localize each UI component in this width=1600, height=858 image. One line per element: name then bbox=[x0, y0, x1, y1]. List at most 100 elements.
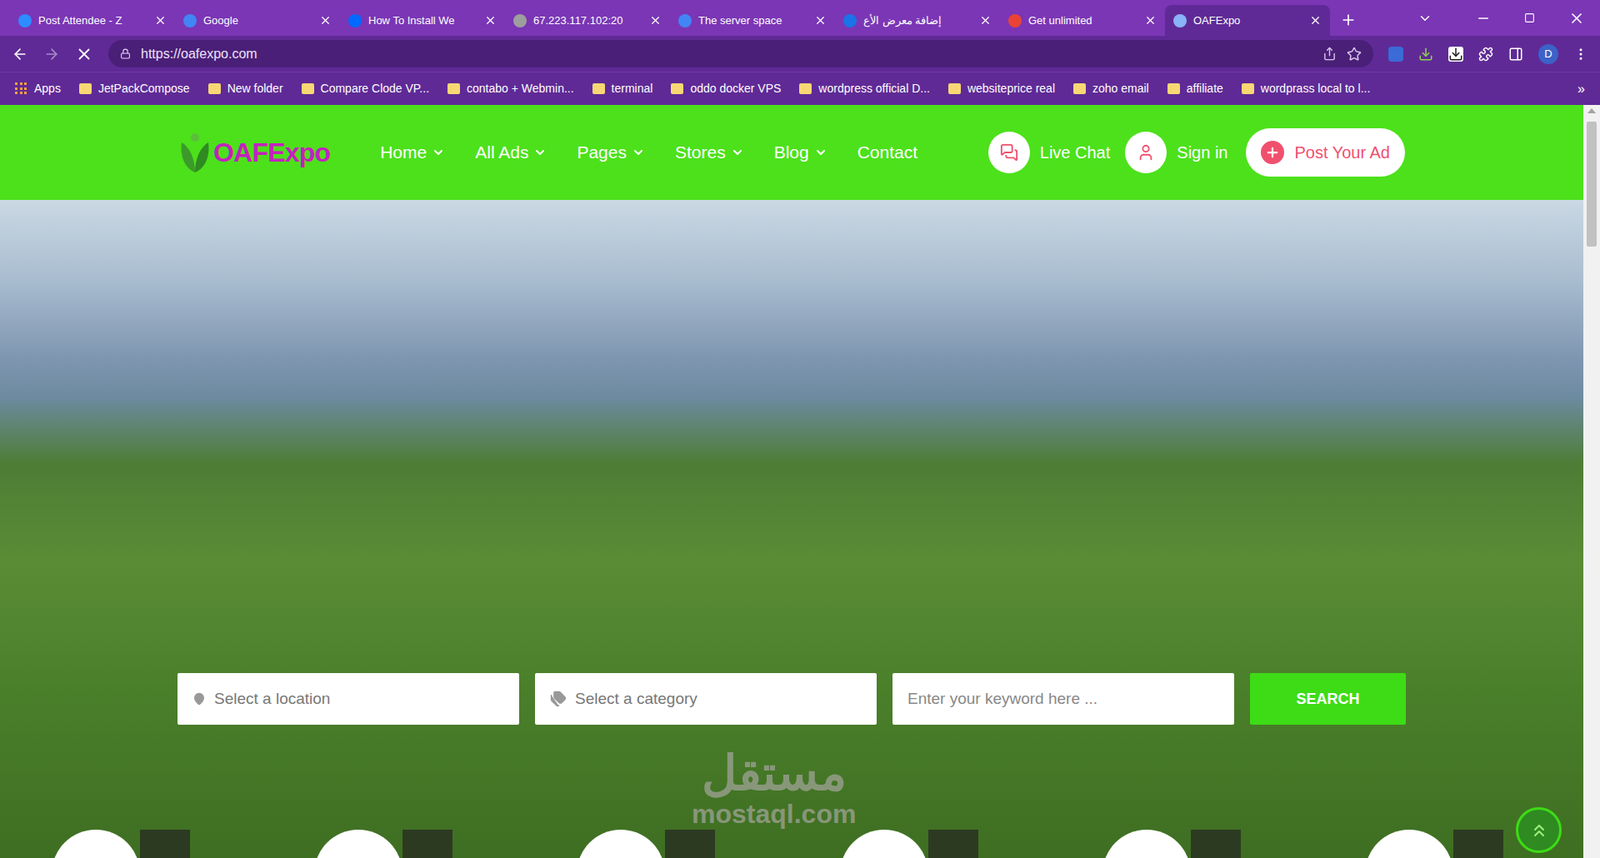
category-cards bbox=[0, 830, 1584, 858]
close-tab-icon[interactable] bbox=[1309, 14, 1322, 27]
back-icon[interactable] bbox=[11, 45, 29, 63]
bookmark-item[interactable]: Apps bbox=[15, 80, 61, 98]
bookmark-item[interactable]: wordprass local to l... bbox=[1241, 80, 1371, 98]
browser-window: Post Attendee - ZGoogle How To Install We… bbox=[0, 0, 1600, 858]
side-panel-icon[interactable] bbox=[1508, 46, 1524, 62]
folder-icon bbox=[208, 83, 221, 95]
nav-item[interactable]: Blog bbox=[774, 139, 828, 166]
favicon-icon bbox=[1173, 14, 1187, 28]
close-tab-icon[interactable] bbox=[319, 14, 332, 27]
extensions-icon[interactable] bbox=[1478, 46, 1494, 62]
save-extension-icon[interactable] bbox=[1448, 46, 1464, 62]
bookmark-item[interactable]: JetPackCompose bbox=[79, 80, 190, 98]
more-bookmarks[interactable]: » bbox=[1577, 79, 1585, 100]
post-ad-button[interactable]: Post Your Ad bbox=[1245, 128, 1405, 177]
nav-item[interactable]: Home bbox=[380, 139, 445, 166]
new-tab-icon[interactable] bbox=[1340, 11, 1357, 29]
chevron-down-icon bbox=[814, 145, 828, 160]
bookmark-item[interactable]: oddo docker VPS bbox=[670, 80, 781, 98]
favicon-icon bbox=[183, 14, 197, 28]
category-card[interactable] bbox=[51, 830, 219, 858]
browser-tab[interactable]: Get unlimited bbox=[1000, 5, 1165, 36]
address-bar[interactable]: https://oafexpo.com bbox=[108, 40, 1374, 68]
favicon-icon bbox=[678, 14, 692, 28]
tab-label: 67.223.117.102:20 bbox=[533, 12, 643, 30]
nav-item[interactable]: All Ads bbox=[475, 139, 547, 166]
bookmark-item[interactable]: affiliate bbox=[1167, 80, 1224, 98]
sign-in[interactable]: Sign in bbox=[1125, 131, 1228, 174]
chat-icon bbox=[1000, 143, 1019, 162]
tags-icon bbox=[550, 690, 567, 708]
live-chat[interactable]: Live Chat bbox=[988, 131, 1111, 174]
browser-tab[interactable]: Post Attendee - Z bbox=[10, 5, 175, 36]
page: OAFExpo Home All Ads Pages Stores Blog Contact… bbox=[0, 105, 1584, 858]
scroll-top-button[interactable] bbox=[1515, 807, 1562, 854]
browser-tab[interactable]: How To Install We bbox=[340, 5, 505, 36]
location-select[interactable]: Select a location bbox=[177, 673, 520, 725]
minimize-icon[interactable] bbox=[1475, 10, 1491, 26]
category-card[interactable] bbox=[840, 830, 1007, 858]
close-tab-icon[interactable] bbox=[649, 14, 662, 27]
folder-icon bbox=[79, 83, 92, 95]
browser-tab[interactable]: OAFExpo bbox=[1165, 5, 1330, 36]
hero-photo: Select a location Select a category Enter … bbox=[0, 200, 1584, 858]
scrollbar-thumb[interactable] bbox=[1586, 121, 1597, 247]
category-card[interactable] bbox=[314, 830, 481, 858]
restore-icon[interactable] bbox=[1524, 12, 1535, 24]
menu-icon[interactable] bbox=[1573, 46, 1589, 62]
favicon-icon bbox=[1008, 14, 1022, 28]
share-icon[interactable] bbox=[1322, 46, 1337, 61]
category-card[interactable] bbox=[576, 830, 744, 858]
folder-icon bbox=[799, 83, 812, 95]
nav-item[interactable]: Pages bbox=[576, 139, 645, 166]
keyword-input[interactable]: Enter your keyword here ... bbox=[892, 673, 1235, 725]
tab-label: Get unlimited bbox=[1028, 12, 1138, 30]
close-tab-icon[interactable] bbox=[979, 14, 992, 27]
tab-label: إضافة معرض الأع bbox=[863, 12, 973, 30]
browser-tab[interactable]: إضافة معرض الأع bbox=[835, 5, 1000, 36]
bookmark-item[interactable]: Compare Clode VP... bbox=[301, 80, 430, 98]
bookmark-star-icon[interactable] bbox=[1346, 46, 1362, 62]
profile-avatar[interactable]: D bbox=[1538, 44, 1559, 65]
browser-tab[interactable]: 67.223.117.102:20 bbox=[505, 5, 670, 36]
forward-icon bbox=[43, 45, 60, 63]
bookmarks-bar: Apps JetPackCompose New folder Compare Clod… bbox=[0, 71, 1600, 105]
close-tab-icon[interactable] bbox=[484, 14, 497, 27]
close-window-icon[interactable] bbox=[1568, 10, 1585, 27]
stop-loading-icon[interactable] bbox=[75, 45, 94, 64]
site-logo[interactable]: OAFExpo bbox=[178, 130, 330, 175]
bookmark-item[interactable]: New folder bbox=[208, 80, 284, 98]
tab-label: How To Install We bbox=[368, 12, 478, 30]
url-text: https://oafexpo.com bbox=[140, 44, 1313, 65]
tab-search-icon[interactable] bbox=[1417, 10, 1433, 26]
search-button[interactable]: SEARCH bbox=[1250, 673, 1406, 725]
map-pin-icon bbox=[192, 692, 206, 706]
folder-icon bbox=[670, 83, 684, 95]
bookmark-item[interactable]: websiteprice real bbox=[948, 80, 1055, 98]
browser-tab[interactable]: Google bbox=[175, 5, 340, 36]
close-tab-icon[interactable] bbox=[154, 14, 167, 27]
close-tab-icon[interactable] bbox=[1144, 14, 1157, 27]
category-card[interactable] bbox=[1365, 830, 1532, 858]
browser-tab[interactable]: The server space bbox=[670, 5, 835, 36]
favicon-icon bbox=[513, 14, 527, 28]
close-tab-icon[interactable] bbox=[814, 14, 827, 27]
bookmark-item[interactable]: terminal bbox=[592, 80, 654, 98]
bookmark-item[interactable]: wordpress official D... bbox=[799, 80, 930, 98]
bookmark-item[interactable]: contabo + Webmin... bbox=[447, 80, 575, 98]
download-extension-icon[interactable] bbox=[1418, 46, 1434, 62]
favicon-icon bbox=[843, 14, 857, 28]
extension-icon[interactable] bbox=[1388, 46, 1404, 62]
tab-strip: Post Attendee - ZGoogle How To Install We… bbox=[0, 0, 1600, 36]
folder-icon bbox=[592, 83, 605, 95]
favicon-icon bbox=[348, 14, 362, 28]
nav-item[interactable]: Contact bbox=[857, 139, 918, 166]
main-nav: Home All Ads Pages Stores Blog Contact bbox=[380, 139, 918, 166]
folder-icon bbox=[1241, 83, 1255, 95]
scrollbar[interactable] bbox=[1583, 105, 1600, 858]
category-select[interactable]: Select a category bbox=[535, 673, 877, 725]
nav-item[interactable]: Stores bbox=[675, 139, 745, 166]
bookmark-item[interactable]: zoho email bbox=[1073, 80, 1150, 98]
category-card[interactable] bbox=[1102, 830, 1270, 858]
folder-icon bbox=[1073, 83, 1086, 95]
